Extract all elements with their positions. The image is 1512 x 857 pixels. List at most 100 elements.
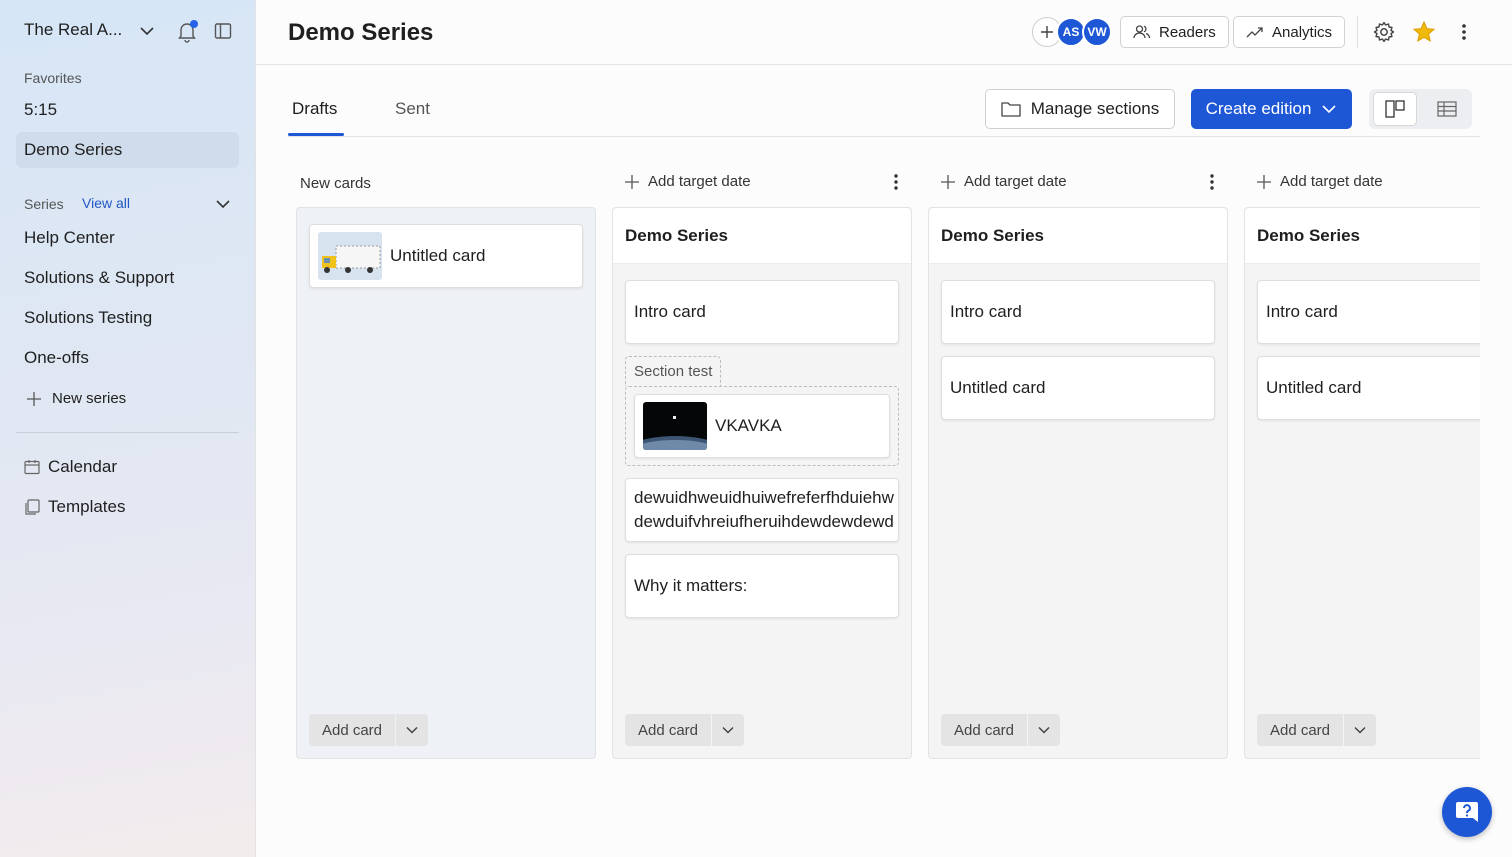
- card-title: Untitled card: [950, 378, 1046, 397]
- chevron-down-icon[interactable]: [214, 195, 232, 213]
- board-clip: Demo Series Intro card Untitled card Add…: [1244, 207, 1480, 760]
- page-header: Demo Series AS VW Readers Analytics: [256, 0, 1512, 65]
- space-thumbnail: [643, 402, 707, 450]
- star-icon[interactable]: [1412, 20, 1436, 44]
- plus-icon: [1041, 26, 1053, 38]
- column-options-icon[interactable]: [888, 172, 904, 192]
- section-container: VKAVKA: [625, 386, 899, 466]
- sidebar-divider: [16, 432, 239, 433]
- workspace-name[interactable]: The Real A...: [24, 20, 122, 40]
- card-title: Untitled card: [1266, 378, 1362, 397]
- list-item[interactable]: Intro card: [941, 280, 1215, 344]
- more-options-icon[interactable]: [1454, 22, 1474, 42]
- calendar-icon: [24, 460, 40, 475]
- chevron-down-icon[interactable]: [138, 22, 156, 40]
- add-card-dropdown[interactable]: [1028, 714, 1060, 746]
- plus-icon: [1257, 174, 1271, 189]
- add-target-date-label: Add target date: [1280, 173, 1383, 190]
- view-all-link[interactable]: View all: [82, 195, 130, 211]
- list-item[interactable]: Intro card: [1257, 280, 1480, 344]
- help-chat-button[interactable]: [1442, 787, 1492, 837]
- table-view-icon: [1437, 101, 1457, 117]
- edition-title[interactable]: Demo Series: [1245, 208, 1480, 264]
- sidebar-item-one-offs[interactable]: One-offs: [24, 348, 89, 368]
- list-item[interactable]: VKAVKA: [634, 394, 890, 458]
- add-card-button[interactable]: Add card: [309, 714, 395, 746]
- tab-drafts[interactable]: Drafts: [292, 99, 337, 119]
- sidebar-item-solutions-support[interactable]: Solutions & Support: [24, 268, 174, 288]
- card-title: VKAVKA: [715, 416, 782, 435]
- plus-icon: [27, 391, 41, 406]
- new-cards-column: Untitled card Add card: [296, 207, 596, 759]
- sidebar-item-demo-series[interactable]: Demo Series: [24, 140, 122, 160]
- chevron-down-icon: [1322, 105, 1336, 114]
- list-item[interactable]: dewuidhweuidhuiwefreferfhduiehw dewduifv…: [625, 478, 899, 542]
- templates-label: Templates: [48, 497, 126, 516]
- add-card-dropdown[interactable]: [1344, 714, 1376, 746]
- add-card-control: Add card: [625, 714, 744, 746]
- edition-title[interactable]: Demo Series: [929, 208, 1227, 264]
- header-divider: [1357, 16, 1358, 48]
- card-title: Why it matters:: [634, 576, 748, 595]
- create-edition-button[interactable]: Create edition: [1191, 89, 1352, 129]
- analytics-label: Analytics: [1272, 23, 1333, 41]
- section-label[interactable]: Section test: [625, 356, 722, 386]
- manage-sections-button[interactable]: Manage sections: [985, 89, 1175, 129]
- new-series-button[interactable]: New series: [26, 390, 126, 407]
- readers-button[interactable]: Readers: [1120, 16, 1229, 48]
- truck-thumbnail: [318, 232, 382, 280]
- tabs-divider: [288, 136, 1480, 137]
- new-cards-label: New cards: [300, 175, 371, 192]
- table-view-button[interactable]: [1425, 92, 1469, 126]
- plus-icon: [625, 174, 639, 189]
- board-view-button[interactable]: [1373, 92, 1417, 126]
- list-item[interactable]: Untitled card: [1257, 356, 1480, 420]
- add-target-date-label: Add target date: [964, 173, 1067, 190]
- help-chat-icon: [1456, 802, 1478, 822]
- notification-dot: [190, 20, 198, 28]
- add-card-dropdown[interactable]: [396, 714, 428, 746]
- view-toggle: [1369, 89, 1472, 129]
- add-card-control: Add card: [941, 714, 1060, 746]
- chevron-down-icon: [406, 726, 418, 734]
- add-target-date-label: Add target date: [648, 173, 751, 190]
- add-card-dropdown[interactable]: [712, 714, 744, 746]
- tab-sent[interactable]: Sent: [395, 99, 430, 119]
- add-card-button[interactable]: Add card: [1257, 714, 1343, 746]
- sidebar-item-help-center[interactable]: Help Center: [24, 228, 115, 248]
- add-target-date-button[interactable]: Add target date: [624, 173, 751, 190]
- list-item[interactable]: Intro card: [625, 280, 899, 344]
- add-card-control: Add card: [309, 714, 428, 746]
- chevron-down-icon: [1354, 726, 1366, 734]
- calendar-label: Calendar: [48, 457, 117, 476]
- page-title: Demo Series: [288, 19, 434, 46]
- add-target-date-button[interactable]: Add target date: [1256, 173, 1383, 190]
- edition-column: Demo Series Intro card Untitled card Add…: [928, 207, 1228, 759]
- list-item[interactable]: Untitled card: [941, 356, 1215, 420]
- sidebar-item-515[interactable]: 5:15: [24, 100, 57, 120]
- sidebar-toggle-icon[interactable]: [214, 22, 232, 40]
- create-edition-label: Create edition: [1205, 99, 1312, 118]
- avatar[interactable]: VW: [1082, 17, 1112, 47]
- sidebar-item-solutions-testing[interactable]: Solutions Testing: [24, 308, 152, 328]
- edition-title[interactable]: Demo Series: [613, 208, 911, 264]
- sidebar-item-templates[interactable]: Templates: [24, 497, 125, 517]
- add-target-date-button[interactable]: Add target date: [940, 173, 1067, 190]
- edition-column: Demo Series Intro card Section test VKAV…: [612, 207, 912, 759]
- add-card-button[interactable]: Add card: [941, 714, 1027, 746]
- column-options-icon[interactable]: [1204, 172, 1220, 192]
- plus-icon: [941, 174, 955, 189]
- add-card-button[interactable]: Add card: [625, 714, 711, 746]
- board-view-icon: [1385, 100, 1405, 118]
- edition-column: Demo Series Intro card Untitled card Add…: [1244, 207, 1480, 759]
- analytics-button[interactable]: Analytics: [1233, 16, 1346, 48]
- gear-icon[interactable]: [1372, 20, 1396, 44]
- templates-icon: [25, 499, 40, 515]
- chevron-down-icon: [1038, 726, 1050, 734]
- list-item[interactable]: Why it matters:: [625, 554, 899, 618]
- list-item[interactable]: Untitled card: [309, 224, 583, 288]
- users-icon: [1133, 25, 1151, 39]
- card-title: dewduifvhreiufheruihdewdewdewd: [634, 512, 894, 531]
- chevron-down-icon: [722, 726, 734, 734]
- sidebar-item-calendar[interactable]: Calendar: [24, 457, 117, 477]
